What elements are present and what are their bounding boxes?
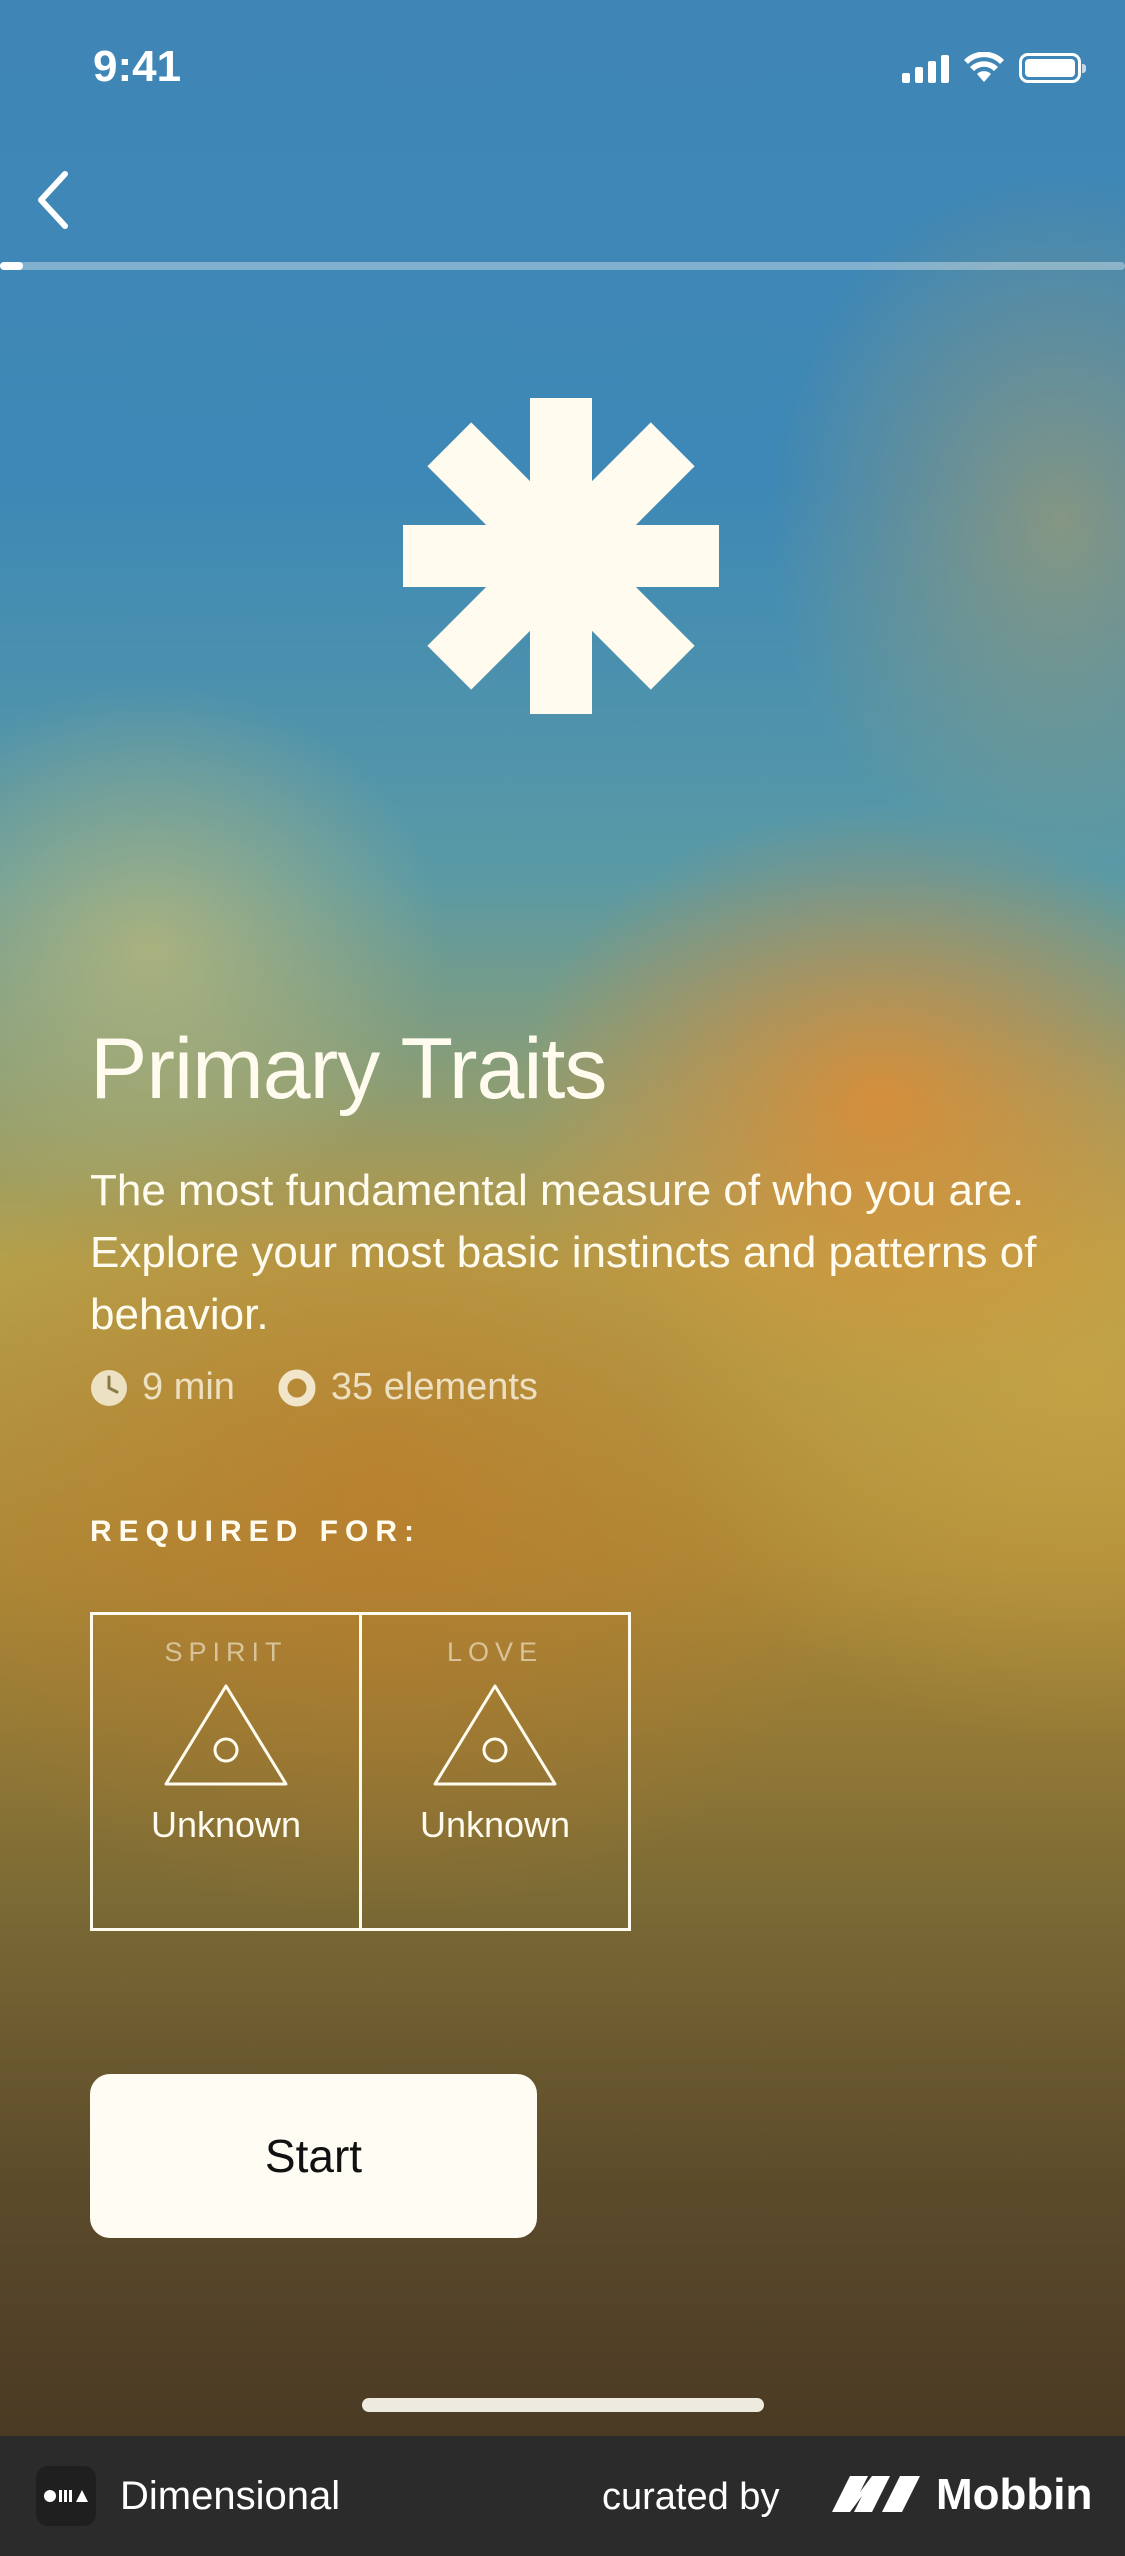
triangle-icon	[164, 1684, 288, 1786]
clock-icon	[91, 1369, 127, 1406]
progress-bar-fill	[0, 262, 23, 270]
elements-text: 35 elements	[330, 1366, 538, 1408]
status-icons	[902, 52, 1086, 84]
description-text: The most fundamental measure of who you …	[90, 1166, 1037, 1339]
triangle-icon	[433, 1684, 557, 1786]
duration-text: 9 min	[142, 1366, 235, 1408]
mobbin-logo-icon	[832, 2476, 920, 2512]
ring-icon	[278, 1369, 316, 1406]
start-button[interactable]: Start	[90, 2074, 537, 2238]
screen-background: 9:41 Primary Traits The most fundamental…	[0, 0, 1125, 2436]
status-bar: 9:41	[0, 0, 1125, 140]
app-logo-icon	[36, 2466, 96, 2526]
meta-row: 9 min 35 elements	[90, 1366, 580, 1409]
card-label: SPIRIT	[164, 1637, 288, 1667]
wifi-icon	[964, 52, 1004, 82]
page-title: Primary Traits	[90, 1021, 607, 1117]
status-time: 9:41	[93, 42, 182, 91]
card-value: Unknown	[150, 1804, 302, 1845]
chevron-left-icon	[38, 171, 68, 229]
card-love[interactable]: LOVE Unknown	[359, 1615, 628, 1928]
back-button[interactable]	[18, 160, 88, 240]
asterisk-icon	[403, 398, 719, 714]
battery-icon	[1019, 53, 1086, 83]
cellular-signal-icon	[902, 53, 949, 83]
card-label: LOVE	[446, 1637, 544, 1667]
curated-by-text: curated by	[602, 2476, 780, 2518]
duration-info: 9 min	[90, 1366, 235, 1409]
card-spirit[interactable]: SPIRIT Unknown	[93, 1615, 359, 1928]
card-value: Unknown	[419, 1804, 571, 1845]
progress-bar	[0, 262, 1125, 270]
required-for-label: REQUIRED FOR:	[90, 1515, 421, 1548]
home-indicator[interactable]	[362, 2398, 764, 2412]
mobbin-brand: Mobbin	[936, 2470, 1093, 2519]
required-cards: SPIRIT Unknown LOVE Unknown	[90, 1612, 631, 1931]
elements-info: 35 elements	[277, 1366, 538, 1409]
app-name: Dimensional	[120, 2474, 341, 2518]
